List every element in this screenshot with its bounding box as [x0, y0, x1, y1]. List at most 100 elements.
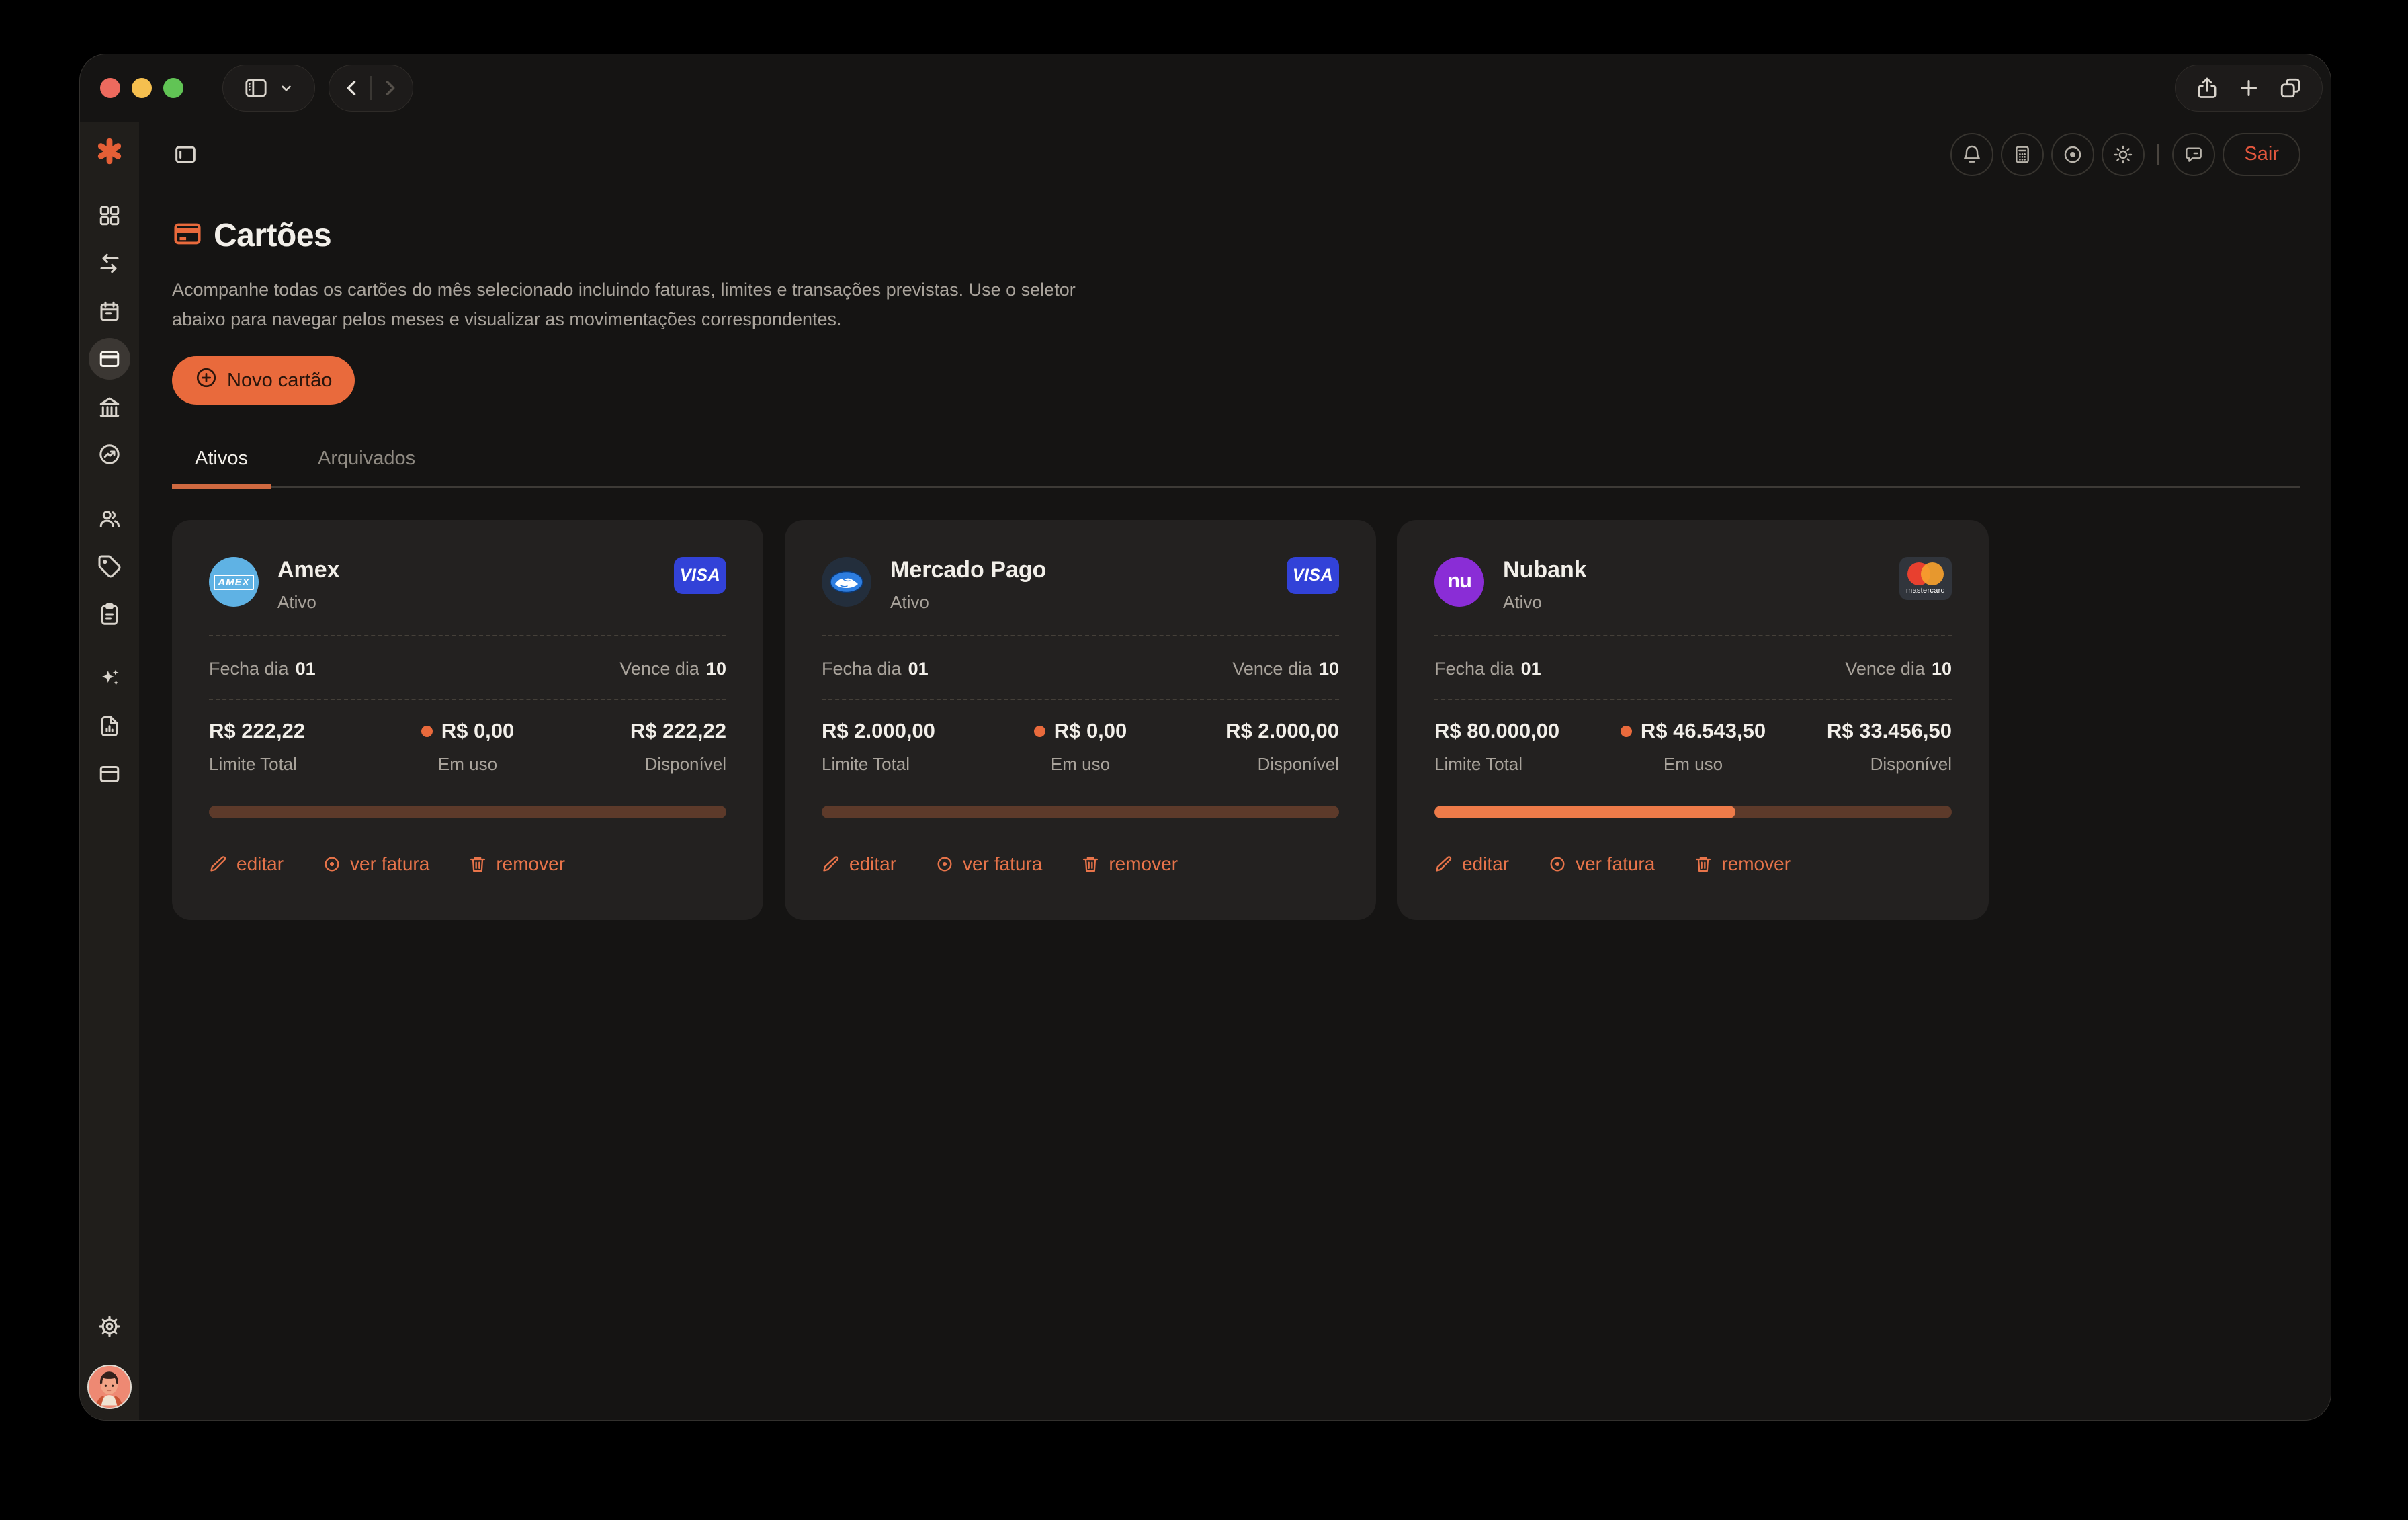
chevron-down-icon [277, 79, 295, 97]
browser-toolbar [80, 54, 2331, 122]
navigation-buttons [329, 65, 413, 112]
close-day: Fecha dia01 [209, 659, 316, 679]
traffic-lights [100, 78, 183, 98]
sidebar-item-transactions[interactable] [89, 243, 130, 284]
mercado-pago-avatar [822, 557, 871, 607]
invoice-target-icon [1548, 855, 1567, 874]
used-stat: R$ 0,00 Em uso [421, 719, 515, 775]
sidebar [80, 122, 139, 1420]
card-status: Ativo [890, 592, 1046, 613]
minimize-window-button[interactable] [132, 78, 152, 98]
limit-stat: R$ 2.000,00 Limite Total [822, 719, 935, 775]
available-stat: R$ 2.000,00 Disponível [1226, 719, 1339, 775]
theme-sun-icon[interactable] [2102, 133, 2145, 176]
logout-button[interactable]: Sair [2223, 133, 2300, 176]
pencil-icon [822, 855, 841, 874]
invoice-target-icon [935, 855, 954, 874]
remove-card-link[interactable]: remover [468, 853, 565, 875]
view-invoice-link[interactable]: ver fatura [1548, 853, 1655, 875]
edit-card-link[interactable]: editar [1434, 853, 1509, 875]
tab-arquivados[interactable]: Arquivados [294, 448, 439, 486]
sidebar-nav [89, 195, 130, 801]
limit-progress-bar [822, 806, 1339, 818]
back-button[interactable] [341, 77, 363, 99]
due-day: Vence dia10 [1845, 659, 1952, 679]
close-window-button[interactable] [100, 78, 120, 98]
trash-icon [1081, 855, 1100, 874]
limit-progress-bar [1434, 806, 1952, 818]
pencil-icon [1434, 855, 1453, 874]
card-status: Ativo [277, 592, 340, 613]
sidebar-item-cards[interactable] [89, 338, 130, 380]
cards-tabs: Ativos Arquivados [172, 448, 2300, 488]
sidebar-item-dashboard[interactable] [89, 195, 130, 237]
sidebar-item-users[interactable] [89, 498, 130, 540]
trash-icon [1694, 855, 1713, 874]
pencil-icon [209, 855, 228, 874]
user-avatar[interactable] [87, 1365, 132, 1409]
trash-icon [468, 855, 487, 874]
used-dot [1621, 726, 1632, 737]
visa-brand-icon: VISA [674, 557, 726, 594]
available-stat: R$ 222,22 Disponível [630, 719, 726, 775]
sidebar-item-ai-sparkles[interactable] [89, 658, 130, 700]
dashed-divider [822, 699, 1339, 700]
window-action-buttons [2175, 65, 2323, 112]
main-content: Cartões Acompanhe todas os cartões do mê… [139, 187, 2331, 1420]
view-invoice-link[interactable]: ver fatura [322, 853, 429, 875]
card-name: Amex [277, 557, 340, 583]
sidebar-item-bank[interactable] [89, 386, 130, 427]
tab-overview-icon[interactable] [2278, 76, 2303, 100]
app-logo-asterisk-icon [95, 136, 124, 166]
sidebar-item-performance[interactable] [89, 433, 130, 475]
sidebar-item-reports[interactable] [89, 706, 130, 747]
due-day: Vence dia10 [619, 659, 726, 679]
close-day: Fecha dia01 [822, 659, 929, 679]
edit-card-link[interactable]: editar [822, 853, 896, 875]
sidebar-item-clipboard[interactable] [89, 593, 130, 635]
header-divider [2157, 144, 2159, 165]
dashed-divider [822, 635, 1339, 636]
edit-card-link[interactable]: editar [209, 853, 284, 875]
collapse-panel-icon[interactable] [172, 141, 199, 168]
sidebar-item-tags[interactable] [89, 546, 130, 587]
plus-circle-icon [195, 366, 218, 394]
dashed-divider [209, 635, 726, 636]
app-window: Sair Cartões Acompanhe todas os cartões … [79, 54, 2331, 1421]
dashed-divider [209, 699, 726, 700]
limit-stat: R$ 222,22 Limite Total [209, 719, 305, 775]
used-dot [1034, 726, 1045, 737]
new-card-button[interactable]: Novo cartão [172, 356, 355, 405]
share-icon[interactable] [2195, 76, 2219, 100]
invoice-target-icon [322, 855, 341, 874]
privacy-eye-icon[interactable] [2051, 133, 2094, 176]
mastercard-brand-icon: mastercard [1899, 557, 1952, 600]
sidebar-item-calendar[interactable] [89, 290, 130, 332]
nav-divider [370, 76, 372, 100]
remove-card-link[interactable]: remover [1694, 853, 1791, 875]
sidebar-toggle-button[interactable] [222, 65, 315, 112]
cards-grid: AMEX Amex Ativo VISA Fecha dia01 Vence d… [172, 520, 2300, 920]
card-name: Mercado Pago [890, 557, 1046, 583]
limit-stat: R$ 80.000,00 Limite Total [1434, 719, 1559, 775]
due-day: Vence dia10 [1232, 659, 1339, 679]
page-description: Acompanhe todas os cartões do mês seleci… [172, 276, 1086, 334]
card-mercado-pago: Mercado Pago Ativo VISA Fecha dia01 Venc… [785, 520, 1376, 920]
zoom-window-button[interactable] [163, 78, 183, 98]
page-title: Cartões [214, 217, 331, 254]
notifications-bell-icon[interactable] [1950, 133, 1993, 176]
calculator-icon[interactable] [2001, 133, 2044, 176]
forward-button[interactable] [378, 77, 401, 99]
used-stat: R$ 0,00 Em uso [1034, 719, 1127, 775]
new-tab-icon[interactable] [2237, 76, 2261, 100]
tab-ativos[interactable]: Ativos [172, 448, 271, 486]
sidebar-panel-icon [243, 75, 269, 101]
view-invoice-link[interactable]: ver fatura [935, 853, 1042, 875]
nubank-avatar: nu [1434, 557, 1484, 607]
settings-gear-icon[interactable] [89, 1306, 130, 1347]
remove-card-link[interactable]: remover [1081, 853, 1178, 875]
used-stat: R$ 46.543,50 Em uso [1621, 719, 1766, 775]
sidebar-item-subscriptions[interactable] [89, 753, 130, 795]
limit-progress-bar [209, 806, 726, 818]
feedback-chat-icon[interactable] [2172, 133, 2215, 176]
